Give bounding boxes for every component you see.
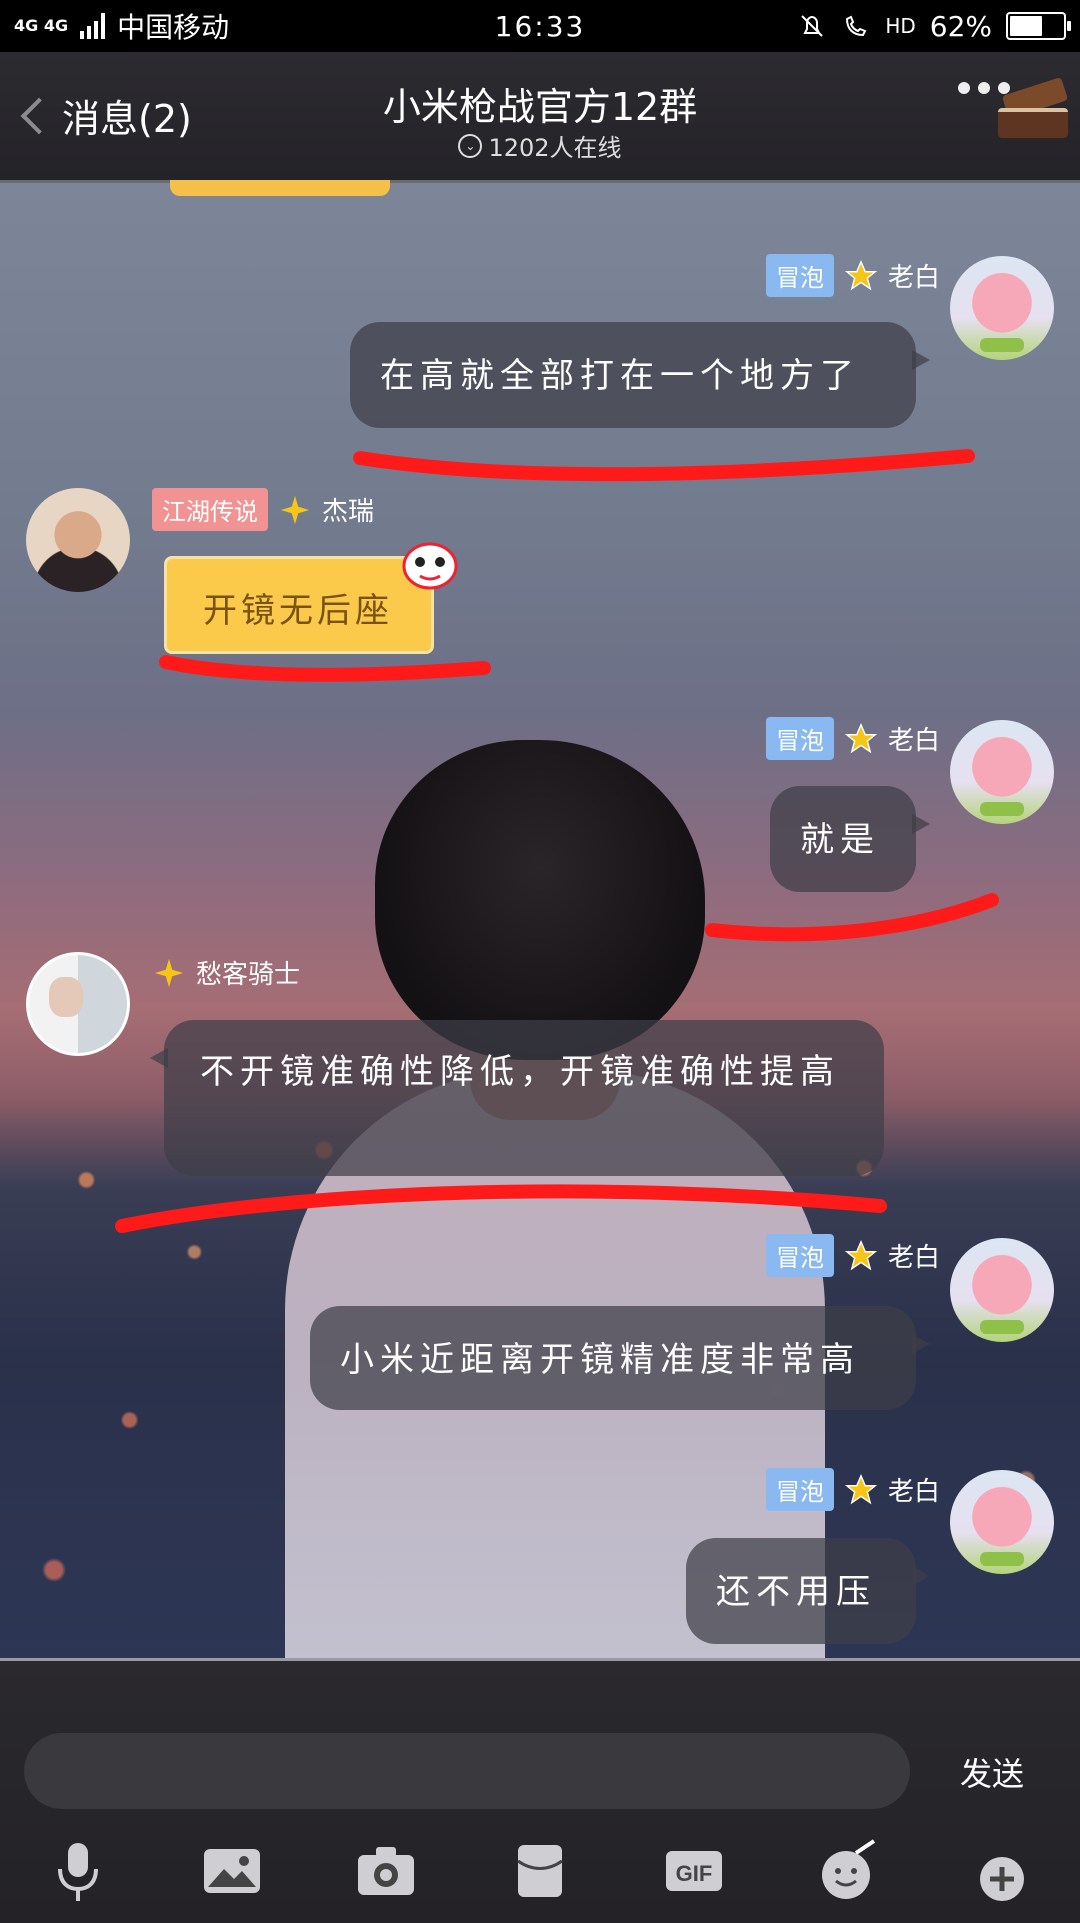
lion-sticker-icon (402, 542, 458, 590)
star-icon (844, 1473, 878, 1504)
mute-bell-icon (801, 15, 824, 37)
level-badge: 冒泡 (765, 1234, 834, 1277)
avatar[interactable] (950, 256, 1054, 360)
sender-name: 愁客骑士 (196, 960, 301, 990)
avatar[interactable] (26, 952, 130, 1056)
red-packet-icon[interactable] (508, 1839, 572, 1903)
message-input[interactable] (24, 1733, 910, 1809)
sender-name: 杰瑞 (322, 497, 375, 527)
chevron-down-icon: ⌄ (458, 133, 483, 158)
message-bubble[interactable]: 在高就全部打在一个地方了 (350, 322, 930, 428)
message-bubble[interactable]: 不开镜准确性降低，开镜准确性提高 (150, 1020, 884, 1176)
chat-header: 消息(2) 小米枪战官方12群 ⌄ 1202人在线 (0, 52, 1080, 183)
sender-name: 老白 (887, 263, 940, 293)
diamond-icon (280, 495, 310, 524)
sender-name: 老白 (887, 1477, 940, 1507)
message-meta: 冒泡 老白 (765, 717, 940, 760)
avatar[interactable] (950, 1470, 1054, 1574)
composer-bar: 发送 GIF (0, 1658, 1080, 1923)
message-meta: 冒泡 老白 (765, 1234, 940, 1277)
battery-icon (1006, 12, 1071, 40)
microphone-icon[interactable] (46, 1839, 110, 1903)
message-bubble[interactable]: 开镜无后座 (164, 556, 434, 654)
online-status[interactable]: ⌄ 1202人在线 (0, 128, 1080, 163)
level-badge: 冒泡 (765, 717, 834, 760)
star-icon (844, 722, 878, 753)
sender-name: 老白 (887, 726, 940, 756)
emoji-icon[interactable] (816, 1839, 880, 1903)
image-icon[interactable] (200, 1839, 264, 1903)
avatar[interactable] (950, 1238, 1054, 1342)
star-icon (844, 1239, 878, 1270)
camera-icon[interactable] (354, 1839, 418, 1903)
message-list[interactable]: 冒泡 老白 在高就全部打在一个地方了 江湖传说 杰瑞 开镜无后座 冒泡 老白 就… (0, 180, 1080, 1660)
group-title: 小米枪战官方12群 (382, 85, 698, 129)
level-badge: 冒泡 (765, 254, 834, 297)
online-count: 1202人在线 (488, 134, 622, 162)
svg-text:GIF: GIF (676, 1861, 713, 1886)
battery-percent: 62% (929, 9, 992, 43)
sender-name: 老白 (887, 1243, 940, 1273)
hd-call-icon (846, 15, 867, 37)
message-meta: 冒泡 老白 (765, 1468, 940, 1511)
level-badge: 冒泡 (765, 1468, 834, 1511)
input-toolbar: GIF (0, 1829, 1080, 1919)
star-icon (844, 259, 878, 290)
message-meta: 冒泡 老白 (765, 254, 940, 297)
message-bubble[interactable]: 就是 (770, 786, 930, 892)
previous-message-edge (170, 180, 390, 196)
plus-icon[interactable] (966, 1839, 1030, 1903)
title-badge: 江湖传说 (152, 488, 268, 531)
avatar[interactable] (950, 720, 1054, 824)
status-bar: 4G 4G 中国移动 16:33 HD 62% (0, 0, 1080, 52)
avatar[interactable] (26, 488, 130, 592)
diamond-icon (154, 958, 184, 987)
hd-label: HD (885, 14, 916, 38)
send-button[interactable]: 发送 (960, 1749, 1024, 1795)
gif-icon[interactable]: GIF (662, 1839, 726, 1903)
message-bubble[interactable]: 小米近距离开镜精准度非常高 (310, 1306, 930, 1410)
message-meta: 愁客骑士 (152, 954, 300, 991)
book-decoration-icon (998, 77, 1074, 144)
message-meta: 江湖传说 杰瑞 (152, 488, 374, 531)
message-bubble[interactable]: 还不用压 (686, 1538, 930, 1644)
